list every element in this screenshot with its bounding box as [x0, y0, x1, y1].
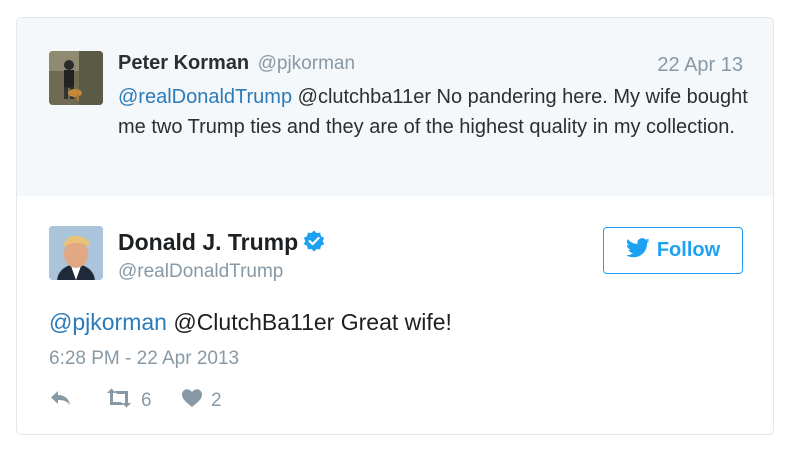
tweet-mention-link[interactable]: @pjkorman — [49, 309, 167, 335]
reply-author-handle[interactable]: @pjkorman — [258, 53, 355, 74]
author-name[interactable]: Donald J. Trump — [118, 229, 298, 255]
reply-author-name[interactable]: Peter Korman — [118, 52, 249, 74]
tweet-actions: 6 2 — [49, 388, 222, 414]
in-reply-to-tweet[interactable]: Peter Korman @pjkorman 22 Apr 13 @realDo… — [17, 18, 773, 196]
heart-icon — [181, 388, 203, 414]
author-name-row: Donald J. Trump — [118, 229, 326, 259]
author-avatar[interactable] — [49, 226, 103, 280]
reply-action[interactable] — [49, 388, 105, 414]
retweet-count: 6 — [141, 390, 152, 411]
reply-mention-link[interactable]: @realDonaldTrump — [118, 86, 292, 108]
tweet-text: @pjkorman @ClutchBa11er Great wife! — [49, 309, 452, 336]
reply-author-avatar[interactable] — [49, 51, 103, 105]
tweet-body: @ClutchBa11er Great wife! — [166, 309, 452, 335]
embedded-tweet-card: Peter Korman @pjkorman 22 Apr 13 @realDo… — [16, 17, 774, 435]
follow-button-label: Follow — [656, 239, 721, 261]
tweet-timestamp[interactable]: 6:28 PM - 22 Apr 2013 — [49, 348, 239, 370]
like-count: 2 — [211, 390, 222, 411]
reply-date[interactable]: 22 Apr 13 — [657, 54, 743, 77]
like-action[interactable]: 2 — [181, 388, 222, 414]
reply-icon — [49, 388, 73, 414]
author-handle[interactable]: @realDonaldTrump — [118, 261, 283, 283]
follow-button[interactable]: Follow — [603, 227, 743, 274]
reply-text: @realDonaldTrump @clutchba11er No pander… — [118, 82, 758, 142]
retweet-action[interactable]: 6 — [105, 388, 181, 414]
twitter-bird-icon — [625, 237, 650, 264]
verified-badge-icon — [302, 229, 326, 259]
retweet-icon — [105, 388, 133, 414]
